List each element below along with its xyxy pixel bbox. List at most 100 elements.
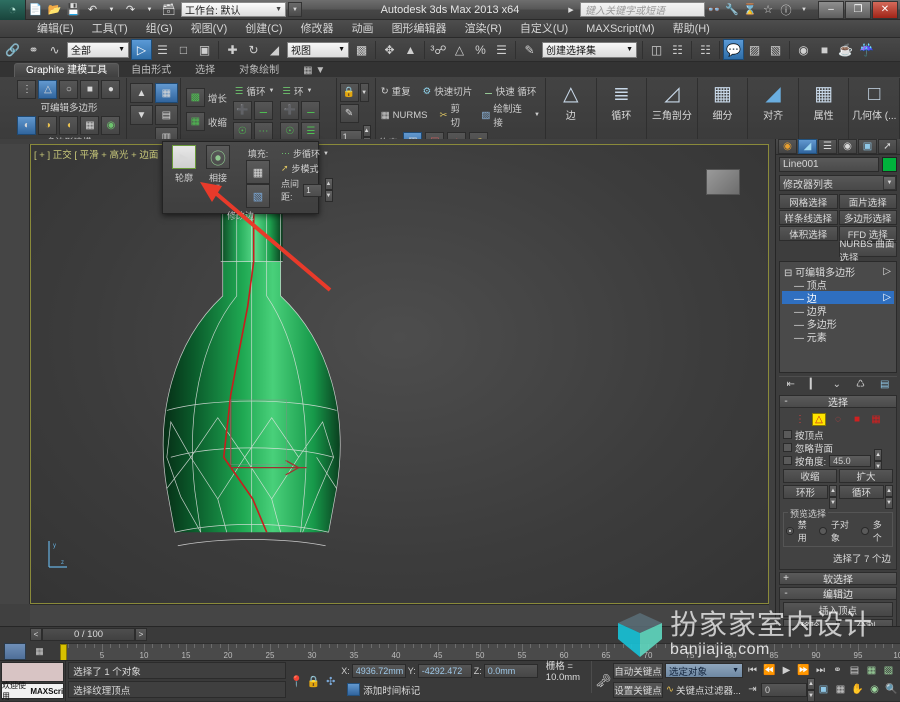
select-rotate-icon[interactable]: ↻ [243, 39, 264, 60]
menu-item-6[interactable]: 动画 [343, 20, 383, 38]
unlink-icon[interactable]: ⚭ [23, 39, 44, 60]
close-button[interactable]: ✕ [872, 0, 898, 19]
rollout-soft-selection-header[interactable]: + 软选择 [779, 572, 897, 586]
wrench-icon[interactable]: 🔧 [723, 1, 741, 18]
menu-item-7[interactable]: 图形编辑器 [383, 20, 456, 38]
selection-modifier-7[interactable]: NURBS 曲面选择 [838, 239, 897, 264]
go-to-end-icon[interactable]: ⏭ [812, 663, 829, 679]
next-frame-button[interactable]: > [135, 628, 147, 641]
frame-up-icon[interactable]: ▲ [807, 677, 815, 690]
play-icon[interactable]: ▶ [778, 663, 795, 679]
menu-item-8[interactable]: 渲染(R) [456, 20, 511, 38]
preview-multi-radio[interactable] [860, 527, 869, 535]
zoom-icon[interactable]: 🔍 [883, 682, 900, 698]
ring-sub-icon[interactable]: ⚊ [253, 101, 273, 120]
ribbon-tab-3[interactable]: 对象绘制 [227, 63, 291, 77]
remove-button[interactable]: 移除 [783, 619, 837, 626]
edge-sublevel-icon[interactable]: △ [812, 412, 826, 426]
select-by-name-icon[interactable]: ☰ [152, 39, 173, 60]
zoom-extents-icon[interactable]: ▦ [863, 663, 880, 679]
by-angle-input[interactable]: 45.0 [829, 454, 872, 467]
star-icon[interactable]: ☆ [759, 1, 777, 18]
current-frame-icon[interactable]: ⇥ [744, 682, 761, 698]
edit-named-sets-icon[interactable]: ✎ [519, 39, 540, 60]
restore-button[interactable]: ❐ [845, 0, 871, 19]
material-editor-icon[interactable]: ▧ [765, 39, 786, 60]
ribbon-options-icon[interactable]: ▦ ▼ [291, 63, 337, 77]
bind-space-warp-icon[interactable]: ∿ [44, 39, 65, 60]
set-key-button[interactable]: 设置关键点 [613, 681, 663, 698]
ribbon-tab-0[interactable]: Graphite 建模工具 [14, 63, 120, 77]
transform-gizmo-icon[interactable]: ✣ [322, 673, 339, 690]
frame-spinner-input[interactable]: 0 [761, 682, 807, 697]
help-dropdown-icon[interactable]: ▼ [795, 1, 813, 18]
ring-down-icon[interactable]: ▼ [829, 497, 837, 509]
loop-up-icon[interactable]: ▲ [885, 485, 893, 497]
open-icon[interactable]: 📂 [46, 2, 63, 18]
lock-icon[interactable]: 🔒 [339, 83, 359, 102]
menu-item-9[interactable]: 自定义(U) [511, 20, 577, 38]
angle-snap-icon[interactable]: △ [449, 39, 470, 60]
preview-disable-radio[interactable] [786, 527, 794, 535]
polygon-icon[interactable]: ■ [80, 80, 100, 99]
preview-subobject-radio[interactable] [819, 527, 827, 535]
fill-hole-icon[interactable]: ▦ [246, 160, 270, 184]
swiftloop-button[interactable]: ⚊ 快速 循环 [482, 83, 538, 99]
menu-item-10[interactable]: MAXScript(M) [577, 20, 663, 38]
orbit-icon[interactable]: ◉ [866, 682, 883, 698]
step-loop-button[interactable]: ⋯ 步循环 ▼ [281, 147, 333, 160]
perspective-viewport[interactable]: [ + ] 正交 [ 平滑 + 高光 + 边面 y z [30, 144, 769, 604]
ribbon-tab-2[interactable]: 选择 [183, 63, 227, 77]
edge-icon[interactable]: △ [38, 80, 58, 99]
ring-up-icon[interactable]: ▲ [829, 485, 837, 497]
insert-vertex-button[interactable]: 插入顶点 [783, 602, 893, 617]
object-name-input[interactable]: Line001 [779, 157, 879, 172]
menu-item-2[interactable]: 组(G) [137, 20, 182, 38]
spacing-input[interactable]: 1 [303, 183, 322, 197]
spacing-down-icon[interactable]: ▼ [324, 190, 333, 202]
step-up-icon[interactable]: ▲ [362, 125, 371, 137]
isolate-selection-icon[interactable]: 📍 [288, 673, 305, 690]
selection-modifier-3[interactable]: 多边形选择 [838, 210, 897, 225]
redo-dropdown-icon[interactable]: ▼ [141, 2, 158, 18]
quickslice-button[interactable]: ⚙ 快速切片 [421, 83, 475, 99]
menu-item-3[interactable]: 视图(V) [182, 20, 237, 38]
display-tab[interactable]: ▣ [858, 139, 877, 154]
border-icon[interactable]: ○ [59, 80, 79, 99]
coord-x-input[interactable]: 4936.72mm [351, 663, 406, 678]
render-iterative-icon[interactable]: ☔ [856, 39, 877, 60]
ref-coord-combo[interactable]: 视图 ▼ [287, 41, 349, 58]
chevron-down-icon[interactable]: ▼ [359, 83, 369, 102]
search-chevron-icon[interactable]: ▶ [562, 1, 580, 18]
rect-select-icon[interactable]: □ [173, 39, 194, 60]
modify-tab[interactable]: ◢ [798, 139, 817, 154]
layer-manager-icon[interactable]: ☷ [695, 39, 716, 60]
ribbon-tab-1[interactable]: 自由形式 [119, 63, 183, 77]
make-planar-icon[interactable]: ◉ [101, 116, 121, 135]
vertex-sublevel-icon[interactable]: ⋮ [793, 413, 807, 426]
listener-output[interactable] [1, 662, 65, 682]
select-scale-icon[interactable]: ◢ [264, 39, 285, 60]
modifier-list-combo[interactable]: 修改器列表 ▼ [779, 175, 897, 191]
named-selection-set-combo[interactable]: 创建选择集 ▼ [542, 41, 637, 58]
zoom-extents-all-icon[interactable]: ▧ [880, 663, 897, 679]
step-mode-button[interactable]: ➚ 步模式 [281, 162, 333, 175]
cut-button[interactable]: ✂ 剪切 [438, 100, 472, 130]
schematic-view-icon[interactable]: ▨ [744, 39, 765, 60]
configure-sets-icon[interactable]: ▤ [880, 379, 889, 390]
shrink-button[interactable]: ▦ 收缩 [184, 111, 229, 132]
time-config-icon[interactable]: ▤ [846, 663, 863, 679]
pin-stack-icon[interactable]: ⇤ [787, 379, 795, 390]
remove-modifier-icon[interactable]: ♺ [856, 379, 865, 390]
mirror2-icon[interactable]: ◫ [646, 39, 667, 60]
use-center-icon[interactable]: ▩ [351, 39, 372, 60]
ring-button[interactable]: 环形 [783, 485, 828, 499]
render-frame-icon[interactable]: ■ [814, 39, 835, 60]
align2-icon[interactable]: ☷ [667, 39, 688, 60]
menu-item-0[interactable]: 编辑(E) [28, 20, 83, 38]
selection-modifier-4[interactable]: 体积选择 [779, 226, 838, 241]
coord-y-input[interactable]: -4292.472 [417, 663, 472, 678]
element-icon[interactable]: ● [101, 80, 121, 99]
key-icon[interactable]: 🗝 [595, 673, 612, 690]
current-frame-display[interactable]: 0 / 100 [42, 628, 135, 641]
